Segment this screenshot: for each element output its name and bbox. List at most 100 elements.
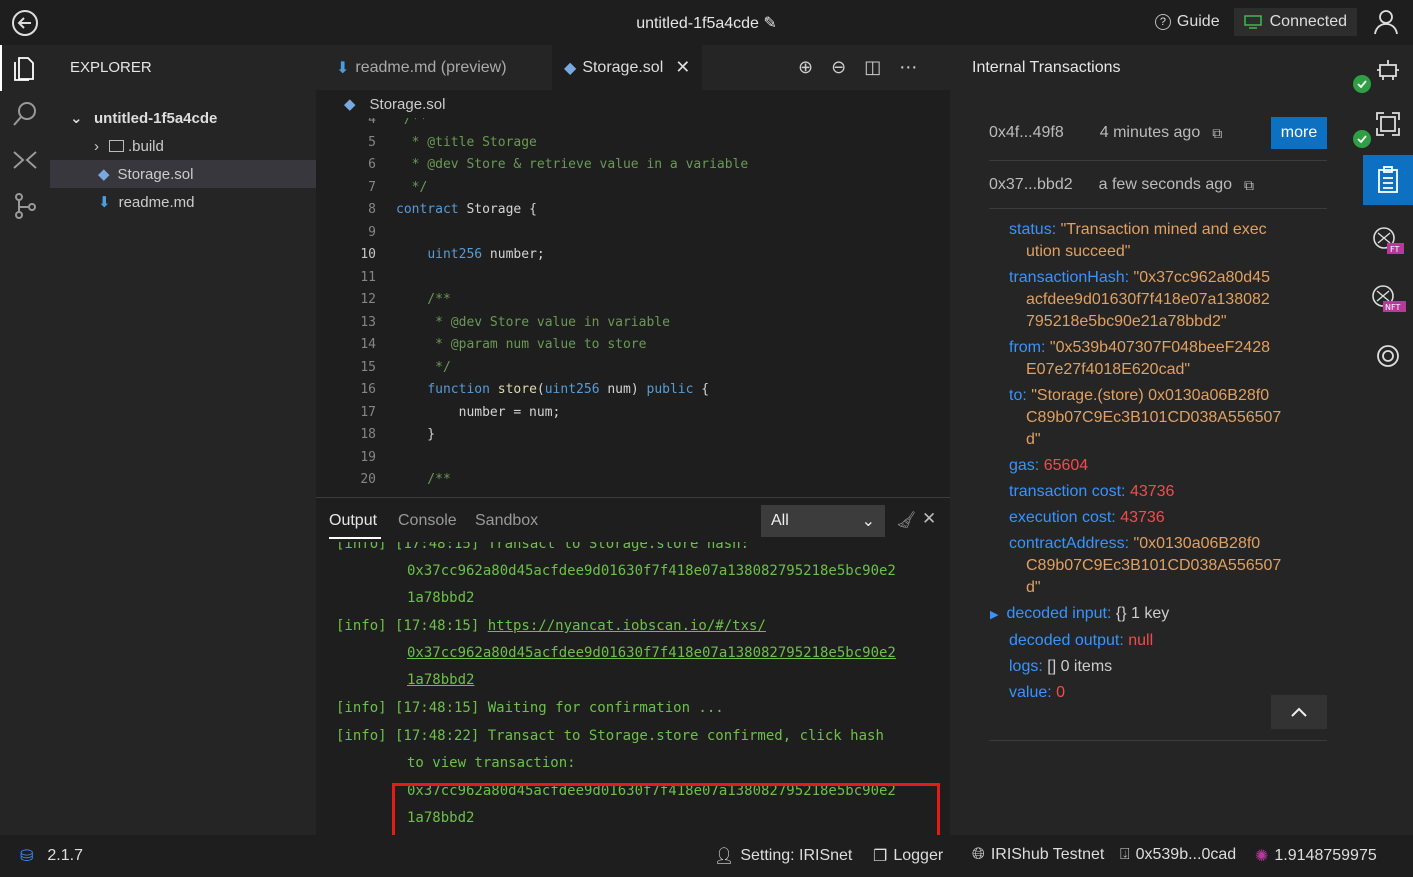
code-area[interactable]: 4 /** 5 * @title Storage 6 * @dev Store & …: [316, 118, 950, 497]
output-filter-select[interactable]: All ⌄: [761, 505, 885, 537]
editor-tabs: ⬇ readme.md (preview) ◆ Storage.sol ✕ ⊕ ⊖ ◫…: [316, 45, 950, 90]
split-editor-icon[interactable]: ◫: [864, 57, 881, 78]
tab-output[interactable]: Output: [329, 512, 377, 530]
account-item[interactable]: ⍗ 0x539b...0cad: [1120, 846, 1236, 864]
deploy-plugin[interactable]: [1363, 45, 1413, 95]
code-line: 14 * @param num value to store: [316, 334, 950, 357]
tx-hash-link[interactable]: 1a78bbd2: [407, 672, 474, 688]
explorer-panel: EXPLORER ⌄ untitled-1f5a4cde › .build ◆ Sto…: [50, 45, 316, 835]
line-source: contract Storage {: [396, 202, 537, 217]
log-line: [info] [17:48:15] Transact to Storage.st…: [336, 542, 750, 552]
compile-icon: [13, 151, 37, 169]
solidity-icon: ◆: [98, 166, 110, 183]
line-number: 10: [360, 247, 376, 262]
tree-item-storage[interactable]: ◆ Storage.sol: [50, 160, 316, 188]
line-source: /**: [396, 292, 451, 307]
log-line: 1a78bbd2: [407, 590, 475, 606]
tab-sandbox[interactable]: Sandbox: [475, 512, 538, 530]
user-icon[interactable]: [1371, 7, 1401, 37]
network-item[interactable]: 🌐︎ IRIShub Testnet: [972, 846, 1104, 864]
close-icon[interactable]: ✕: [922, 509, 936, 529]
logger-icon: ❐: [873, 848, 888, 865]
robot-icon: [1377, 60, 1399, 80]
zoom-in-icon[interactable]: ⊕: [798, 57, 813, 78]
caret-right-icon[interactable]: ▶: [990, 609, 998, 621]
files-icon: [14, 57, 34, 81]
tree-root[interactable]: ⌄ untitled-1f5a4cde: [50, 104, 316, 132]
explorer-header: EXPLORER: [70, 59, 152, 76]
solidity-icon: ◆: [344, 96, 356, 113]
line-source: /**: [396, 118, 428, 127]
chevron-up-icon: [1291, 707, 1307, 717]
setting-item[interactable]: 👤︎ Setting: IRISnet: [714, 846, 852, 866]
guide-button[interactable]: ? Guide: [1154, 13, 1220, 31]
line-source: number = num;: [396, 404, 561, 420]
version-item[interactable]: ⛁ 2.1.7: [20, 846, 83, 866]
compile-activity[interactable]: [0, 137, 50, 183]
transactions-plugin[interactable]: [1363, 155, 1413, 205]
explorer-link[interactable]: https://nyancat.iobscan.io/#/txs/: [488, 618, 766, 634]
detail-logs: logs: [] 0 items: [1009, 658, 1113, 675]
openai-icon: [1377, 345, 1399, 367]
connected-button[interactable]: Connected: [1233, 8, 1357, 36]
account-icon: ⍗: [1120, 846, 1130, 863]
external-link-icon[interactable]: ⧉: [1244, 177, 1254, 194]
source-control-icon: [15, 193, 36, 219]
ft-icon: FT: [1373, 227, 1404, 254]
check-icon: [1353, 75, 1371, 93]
balance-item[interactable]: ✺ 1.9148759975: [1255, 846, 1377, 866]
tx-hash-link[interactable]: 0x37cc962a80d45acfdee9d01630f7f418e07a13…: [407, 645, 896, 661]
more-icon[interactable]: ⋯: [899, 57, 917, 78]
detail-execution-cost: execution cost: 43736: [1009, 509, 1165, 526]
panel-title: Internal Transactions: [972, 59, 1121, 76]
external-link-icon[interactable]: ⧉: [1212, 125, 1222, 142]
svg-text:NFT: NFT: [1385, 303, 1400, 312]
active-tab-indicator: [329, 537, 381, 539]
tab-storage[interactable]: ◆ Storage.sol ✕: [552, 45, 703, 90]
nft-plugin[interactable]: NFT: [1363, 273, 1413, 323]
log-line: to view transaction:: [407, 755, 576, 771]
tab-console[interactable]: Console: [398, 512, 457, 530]
collapse-button[interactable]: [1271, 695, 1327, 729]
search-activity[interactable]: [0, 91, 50, 137]
log-line: [info] [17:48:15] https://nyancat.iobsca…: [336, 618, 766, 634]
line-source: */: [396, 359, 451, 375]
git-activity[interactable]: [0, 183, 50, 229]
line-number: 16: [360, 382, 376, 397]
solidity-icon: ◆: [564, 59, 577, 77]
search-icon: [13, 102, 36, 126]
detail-status: status: "Transaction mined and exec: [1009, 221, 1267, 238]
clear-icon[interactable]: 🧹︎: [896, 510, 916, 530]
database-icon: ⛁: [20, 848, 34, 865]
explorer-activity[interactable]: [0, 45, 50, 91]
tx-item[interactable]: 0x37...bbd2 a few seconds ago ⧉: [989, 172, 1327, 198]
markdown-icon: ⬇: [98, 194, 111, 211]
ai-plugin[interactable]: [1363, 331, 1413, 381]
ft-plugin[interactable]: FT: [1363, 215, 1413, 265]
more-button[interactable]: more: [1271, 117, 1327, 149]
edit-icon[interactable]: ✎: [763, 15, 776, 32]
tree-item-readme[interactable]: ⬇ readme.md: [50, 188, 316, 216]
line-source: */: [396, 179, 428, 195]
line-source: /**: [396, 472, 451, 487]
line-number: 14: [360, 337, 376, 352]
line-source: * @dev Store & retrieve value in a varia…: [396, 157, 749, 172]
globe-icon: 🌐︎: [972, 846, 985, 863]
line-source: function store(uint256 num) public {: [427, 382, 710, 397]
detail-decoded-input[interactable]: ▶ decoded input: {} 1 key: [990, 603, 1169, 626]
clipboard-icon: [1378, 166, 1398, 193]
chevron-right-icon: ›: [94, 137, 99, 155]
code-line: 19: [316, 447, 950, 470]
logger-item[interactable]: ❐ Logger: [873, 846, 943, 866]
line-number: 17: [360, 404, 376, 420]
detail-transaction-hash: transactionHash: "0x37cc962a80d45: [1009, 269, 1270, 286]
tab-readme[interactable]: ⬇ readme.md (preview): [324, 45, 519, 90]
line-number: 15: [360, 359, 376, 375]
close-icon[interactable]: ✕: [675, 57, 690, 78]
detail-value: C89b07C9Ec3B101CD038A556507: [1026, 557, 1282, 574]
detail-value-field: value: 0: [1009, 684, 1066, 701]
status-bar: ⛁ 2.1.7 👤︎ Setting: IRISnet ❐ Logger 🌐︎ IRIS…: [0, 835, 1413, 877]
zoom-out-icon[interactable]: ⊖: [831, 57, 846, 78]
markdown-icon: ⬇: [336, 59, 350, 77]
tree-item-build[interactable]: › .build: [50, 132, 316, 160]
